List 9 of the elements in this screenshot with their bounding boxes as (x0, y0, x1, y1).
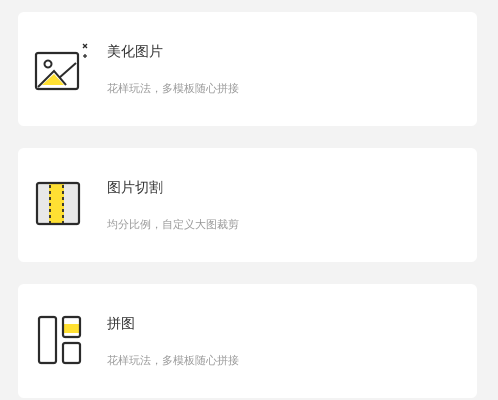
feature-card[interactable]: 拼图 花样玩法，多模板随心拼接 (18, 284, 477, 398)
feature-card[interactable]: 图片切割 均分比例，自定义大图裁剪 (18, 148, 477, 262)
feature-subtitle: 花样玩法，多模板随心拼接 (107, 80, 239, 96)
feature-subtitle: 均分比例，自定义大图裁剪 (107, 216, 239, 232)
feature-title: 拼图 (107, 314, 136, 332)
feature-title: 美化图片 (107, 42, 164, 60)
feature-title: 图片切割 (107, 178, 164, 196)
feature-card[interactable]: 美化图片 花样玩法，多模板随心拼接 (18, 12, 477, 126)
feature-subtitle: 花样玩法，多模板随心拼接 (107, 352, 239, 368)
